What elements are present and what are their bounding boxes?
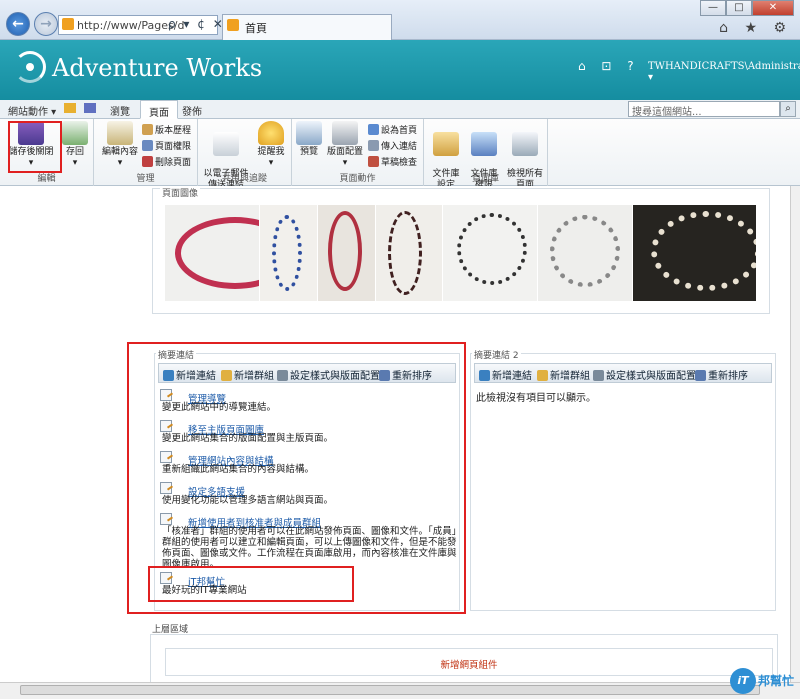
site-brand[interactable]: Adventure Works <box>52 54 262 82</box>
search-icon[interactable]: ⌕ <box>780 101 796 117</box>
group-label-share: 共用與追蹤 <box>221 174 267 184</box>
horizontal-scroll-thumb[interactable] <box>20 685 760 695</box>
page-layout-icon <box>332 121 358 145</box>
summary-links-2-label: 摘要連結 2 <box>472 348 521 361</box>
reorder-button[interactable]: 重新排序 <box>695 367 748 382</box>
close-button[interactable]: ✕ <box>752 0 794 16</box>
necklace-image <box>375 205 443 301</box>
new-link-button[interactable]: 新增連結 <box>479 367 532 382</box>
page-permissions-button[interactable]: 頁面權限 <box>142 139 191 152</box>
tab-page[interactable]: 頁面 <box>140 100 178 119</box>
tab-publish[interactable]: 發佈 <box>182 103 202 118</box>
view-all-pages-icon <box>512 132 538 156</box>
group-label-library: 頁面庫 <box>471 174 499 184</box>
necklace-image-strip <box>165 205 757 301</box>
new-link-icon <box>479 370 490 381</box>
edit-content-icon <box>107 121 133 145</box>
configure-styles-button[interactable]: 設定樣式與版面配置 <box>593 367 696 382</box>
browser-tab[interactable]: 首頁 <box>222 14 392 40</box>
draft-check-button[interactable]: 草稿檢查 <box>368 155 417 168</box>
maximize-button[interactable]: □ <box>726 0 752 16</box>
annotation-highlight-new-link <box>148 566 354 602</box>
versions-button[interactable]: 版本歷程 <box>142 123 191 136</box>
preview-button[interactable]: 預覽 <box>296 121 322 158</box>
bell-icon <box>258 121 284 145</box>
incoming-links-button[interactable]: 傳入連結 <box>368 139 417 152</box>
set-home-button[interactable]: 設為首頁 <box>368 123 417 136</box>
tab-favicon-icon <box>227 19 239 31</box>
edit-page-icon[interactable] <box>84 103 96 113</box>
site-favicon-icon <box>62 18 74 30</box>
vertical-scrollbar[interactable] <box>790 186 800 682</box>
delete-icon <box>142 156 153 167</box>
page-layout-button[interactable]: 版面配置 ▾ <box>324 121 366 169</box>
new-group-icon <box>537 370 548 381</box>
permissions-icon <box>142 140 153 151</box>
window-buttons: — □ ✕ <box>700 0 794 16</box>
draft-check-icon <box>368 156 379 167</box>
necklace-image <box>442 205 538 301</box>
delete-page-button[interactable]: 刪除頁面 <box>142 155 191 168</box>
links-icon <box>368 140 379 151</box>
header-icons[interactable]: ⌂ ⊡ ? <box>578 59 640 73</box>
address-tools[interactable]: ρ ▾ ¢ ✕ <box>168 17 225 31</box>
ribbon-group-page-actions: 預覽 版面配置 ▾ 設為首頁 傳入連結 草稿檢查 頁面動作 <box>292 119 424 186</box>
necklace-image <box>537 205 634 301</box>
add-web-part-link[interactable]: 新增網頁組件 <box>165 657 773 671</box>
reorder-icon <box>695 370 706 381</box>
ribbon-group-manage: 編輯內容 ▾ 版本歷程 頁面權限 刪除頁面 管理 <box>94 119 198 186</box>
new-group-button[interactable]: 新增群組 <box>537 367 590 382</box>
checkin-button[interactable]: 存回 ▾ <box>60 121 90 169</box>
site-actions-menu[interactable]: 網站動作 ▾ <box>8 103 56 118</box>
browser-tools-icons[interactable]: ⌂ ★ ⚙ <box>719 20 792 36</box>
ithelp-watermark-text: 邦幫忙 <box>758 674 795 688</box>
necklace-image <box>317 205 376 301</box>
annotation-highlight-save <box>8 121 62 173</box>
preview-icon <box>296 121 322 145</box>
user-menu[interactable]: TWHANDICRAFTS\Administrator ▾ <box>648 61 800 83</box>
ribbon-group-share: 以電子郵件 傳送連結 提醒我 ▾ 共用與追蹤 <box>198 119 292 190</box>
ribbon: 儲存後關閉 ▾ 存回 ▾ 編輯 編輯內容 ▾ 版本歷程 頁面權限 刪除頁面 管理… <box>0 119 800 190</box>
ithelp-watermark-logo: iT <box>730 668 756 694</box>
group-label-manage: 管理 <box>136 174 155 184</box>
tab-browse[interactable]: 瀏覽 <box>110 103 130 118</box>
necklace-image <box>633 205 757 301</box>
edit-content-button[interactable]: 編輯內容 ▾ <box>98 121 142 169</box>
group-label-page-actions: 頁面動作 <box>339 174 376 184</box>
email-icon <box>213 132 239 156</box>
library-permissions-icon <box>471 132 497 156</box>
empty-view-note: 此檢視沒有項目可以顯示。 <box>476 393 596 404</box>
folder-icon[interactable] <box>64 103 76 113</box>
site-header: Adventure Works ⌂ ⊡ ? TWHANDICRAFTS\Admi… <box>0 40 800 100</box>
back-button[interactable]: ← <box>6 12 30 36</box>
summary-links-2-toolbar: 新增連結 新增群組 設定樣式與版面配置 重新排序 <box>474 363 772 383</box>
library-settings-icon <box>433 132 459 156</box>
home-icon <box>368 124 379 135</box>
search-input[interactable]: 搜尋這個網站... <box>628 101 780 118</box>
versions-icon <box>142 124 153 135</box>
minimize-button[interactable]: — <box>700 0 726 16</box>
checkin-icon <box>62 121 88 145</box>
necklace-image <box>260 205 318 301</box>
necklace-image <box>165 205 261 301</box>
ribbon-group-library: 文件庫 設定 文件庫 權限 檢視所有 頁面 頁面庫 <box>424 119 548 190</box>
image-zone-label: 頁面圖像 <box>160 186 201 199</box>
logo-dot <box>26 63 34 71</box>
forward-button[interactable]: → <box>34 12 58 36</box>
configure-icon <box>593 370 604 381</box>
alert-me-button[interactable]: 提醒我 ▾ <box>254 121 288 169</box>
